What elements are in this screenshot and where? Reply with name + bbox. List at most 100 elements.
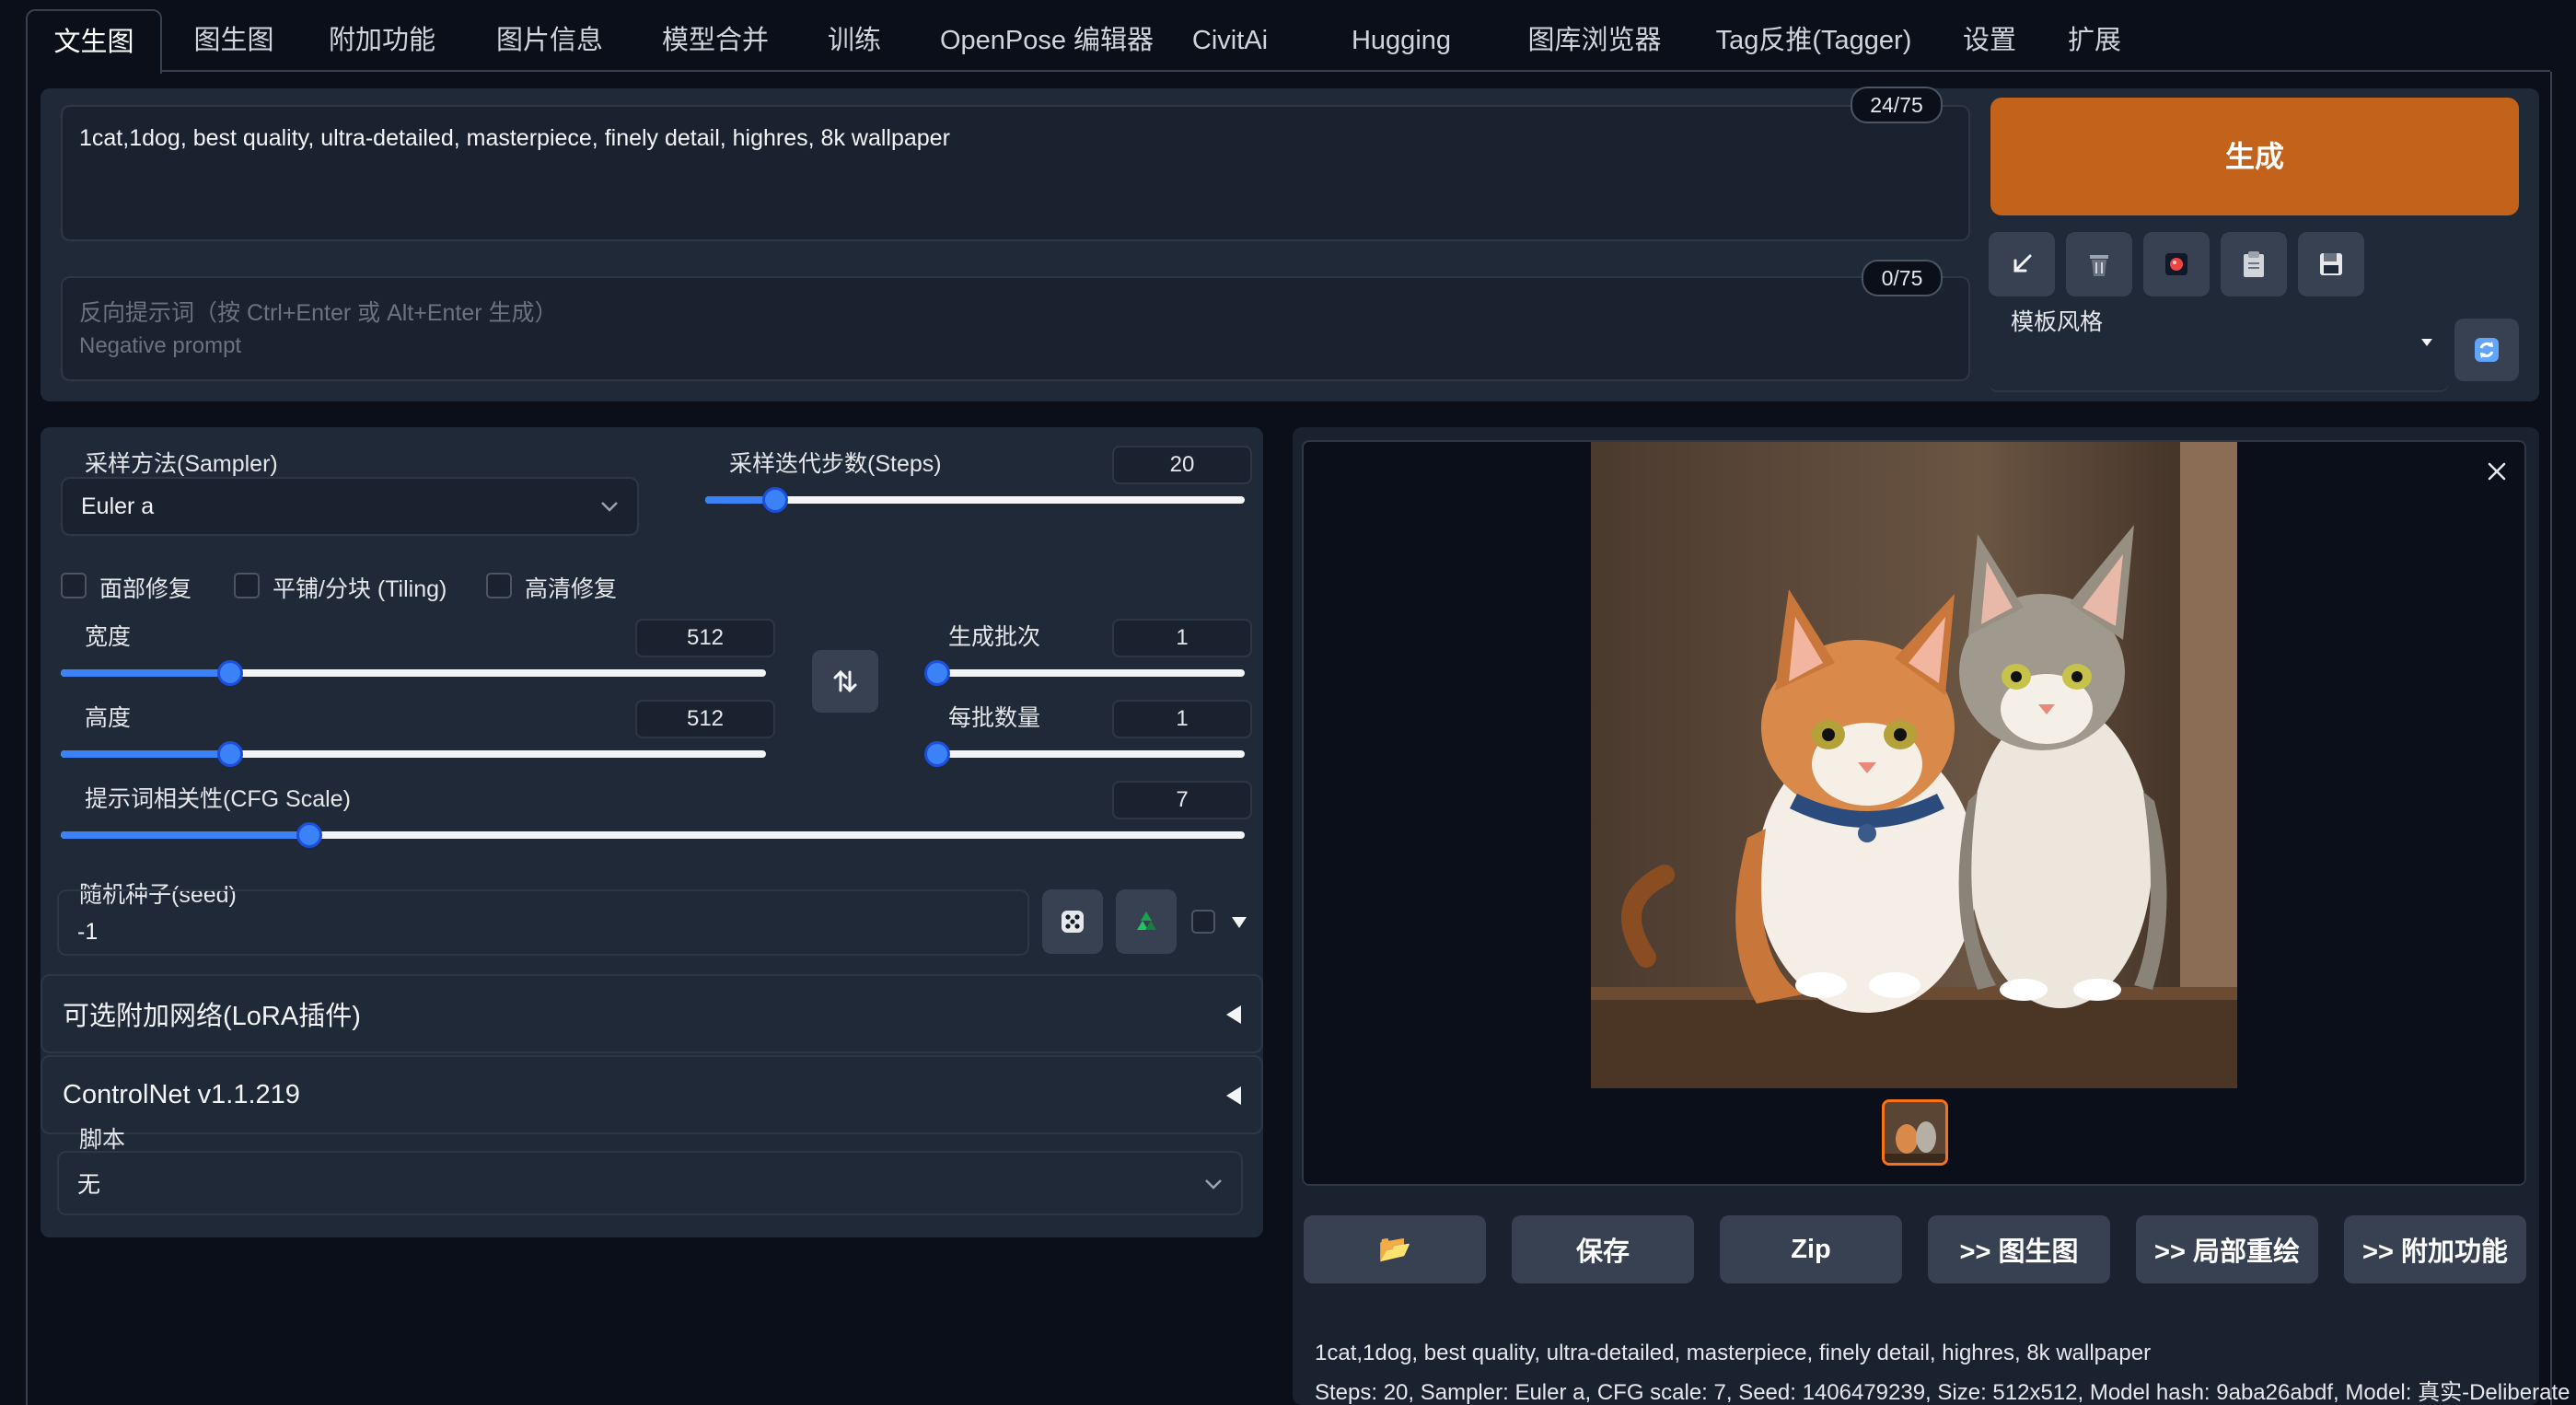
script-value: 无 bbox=[77, 1172, 101, 1198]
gallery-thumbnail[interactable] bbox=[1882, 1099, 1948, 1166]
collapse-left-icon bbox=[1226, 1086, 1241, 1105]
generated-image[interactable] bbox=[1591, 442, 2237, 1088]
negative-prompt-input[interactable]: 反向提示词（按 Ctrl+Enter 或 Alt+Enter 生成） Negat… bbox=[61, 276, 1970, 381]
dice-icon bbox=[1062, 911, 1084, 933]
clear-prompt-button[interactable] bbox=[2066, 232, 2132, 296]
height-input[interactable]: 512 bbox=[635, 700, 775, 738]
clipboard-icon bbox=[2244, 251, 2264, 277]
generation-info-prompt: 1cat,1dog, best quality, ultra-detailed,… bbox=[1315, 1341, 2152, 1365]
extra-seed-checkbox[interactable] bbox=[1191, 910, 1215, 934]
swap-arrows-icon bbox=[833, 669, 857, 693]
frame-right-border bbox=[2550, 72, 2552, 1405]
tab-img2img[interactable]: 图生图 bbox=[186, 9, 282, 72]
negative-token-counter: 0/75 bbox=[1862, 260, 1943, 296]
steps-slider-thumb[interactable] bbox=[762, 487, 789, 513]
sampler-value: Euler a bbox=[81, 493, 155, 519]
tab-txt2img[interactable]: 文生图 bbox=[26, 9, 162, 74]
script-select[interactable]: 无 bbox=[57, 1151, 1243, 1215]
close-icon[interactable] bbox=[2486, 460, 2508, 482]
arrow-icon bbox=[2013, 254, 2032, 273]
batch-count-label: 生成批次 bbox=[948, 624, 1041, 650]
batch-count-slider[interactable] bbox=[924, 659, 1245, 687]
trash-icon bbox=[2090, 255, 2108, 276]
tab-train[interactable]: 训练 bbox=[821, 9, 888, 72]
sampler-select[interactable]: Euler a bbox=[61, 477, 639, 536]
apply-style-button[interactable] bbox=[2221, 232, 2287, 296]
tab-openpose-editor[interactable]: OpenPose 编辑器 bbox=[932, 9, 1162, 72]
random-seed-button[interactable] bbox=[1042, 889, 1103, 954]
prompt-token-counter: 24/75 bbox=[1851, 87, 1943, 123]
height-slider[interactable] bbox=[61, 740, 766, 768]
send-to-inpaint-button[interactable]: >> 局部重绘 bbox=[2136, 1215, 2318, 1283]
read-params-button[interactable] bbox=[1989, 232, 2055, 296]
zip-button[interactable]: Zip bbox=[1720, 1215, 1902, 1283]
extra-networks-button[interactable] bbox=[2143, 232, 2210, 296]
height-label: 高度 bbox=[85, 705, 132, 731]
seed-input[interactable]: -1 bbox=[57, 889, 1029, 956]
prompt-input[interactable]: 1cat,1dog, best quality, ultra-detailed,… bbox=[61, 105, 1970, 241]
lora-accordion-label: 可选附加网络(LoRA插件) bbox=[63, 1002, 361, 1031]
tab-bar: 文生图 图生图 附加功能 图片信息 模型合并 训练 OpenPose 编辑器 C… bbox=[26, 0, 2550, 118]
negative-prompt-placeholder: 反向提示词（按 Ctrl+Enter 或 Alt+Enter 生成） bbox=[79, 300, 558, 326]
save-button[interactable]: 保存 bbox=[1512, 1215, 1694, 1283]
batch-size-label: 每批数量 bbox=[948, 705, 1041, 731]
hires-fix-label: 高清修复 bbox=[525, 576, 618, 602]
steps-label: 采样迭代步数(Steps) bbox=[729, 451, 942, 477]
controlnet-accordion[interactable]: ControlNet v1.1.219 bbox=[41, 1055, 1263, 1134]
steps-input[interactable]: 20 bbox=[1112, 446, 1252, 484]
cats-image bbox=[1591, 442, 2237, 1088]
width-slider-thumb[interactable] bbox=[216, 660, 243, 686]
tab-settings[interactable]: 设置 bbox=[1957, 9, 2022, 72]
cfg-scale-slider-thumb[interactable] bbox=[296, 822, 323, 848]
tab-png-info[interactable]: 图片信息 bbox=[490, 9, 609, 72]
negative-prompt-placeholder-en: Negative prompt bbox=[79, 333, 242, 358]
cfg-scale-input[interactable]: 7 bbox=[1112, 781, 1252, 819]
send-to-img2img-button[interactable]: >> 图生图 bbox=[1928, 1215, 2110, 1283]
styles-select[interactable] bbox=[1989, 319, 2449, 392]
width-input[interactable]: 512 bbox=[635, 619, 775, 657]
refresh-styles-button[interactable] bbox=[2454, 319, 2519, 381]
cfg-scale-label: 提示词相关性(CFG Scale) bbox=[85, 786, 351, 812]
tiling-checkbox[interactable] bbox=[234, 573, 260, 598]
face-restore-label: 面部修复 bbox=[99, 576, 192, 602]
batch-size-input[interactable]: 1 bbox=[1112, 700, 1252, 738]
open-folder-button[interactable]: 📂 bbox=[1304, 1215, 1486, 1283]
expand-down-icon[interactable] bbox=[1230, 915, 1248, 930]
batch-count-input[interactable]: 1 bbox=[1112, 619, 1252, 657]
save-style-button[interactable] bbox=[2298, 232, 2364, 296]
script-label: 脚本 bbox=[79, 1127, 126, 1153]
chevron-down-icon bbox=[1205, 1179, 1222, 1190]
tab-hugging-face[interactable]: Hugging Face bbox=[1318, 9, 1484, 118]
tab-extras[interactable]: 附加功能 bbox=[322, 9, 442, 72]
collapse-left-icon bbox=[1226, 1005, 1241, 1024]
batch-size-slider-thumb[interactable] bbox=[924, 741, 950, 767]
cfg-scale-slider[interactable] bbox=[61, 821, 1245, 849]
hires-fix-checkbox[interactable] bbox=[486, 573, 512, 598]
tiling-label: 平铺/分块 (Tiling) bbox=[273, 576, 447, 602]
tab-civitai[interactable]: CivitAi bbox=[1188, 9, 1272, 72]
lora-accordion[interactable]: 可选附加网络(LoRA插件) bbox=[41, 974, 1263, 1053]
reuse-seed-button[interactable] bbox=[1116, 889, 1177, 954]
batch-count-slider-thumb[interactable] bbox=[924, 660, 950, 686]
thumbnail-image bbox=[1885, 1102, 1945, 1163]
caret-down-icon bbox=[2421, 339, 2432, 346]
sampler-label: 采样方法(Sampler) bbox=[85, 451, 278, 477]
face-restore-checkbox[interactable] bbox=[61, 573, 87, 598]
refresh-icon bbox=[2475, 338, 2499, 362]
controlnet-accordion-label: ControlNet v1.1.219 bbox=[63, 1079, 300, 1109]
generation-info-params: Steps: 20, Sampler: Euler a, CFG scale: … bbox=[1315, 1380, 2570, 1405]
send-to-extras-button[interactable]: >> 附加功能 bbox=[2344, 1215, 2526, 1283]
width-slider[interactable] bbox=[61, 659, 766, 687]
chevron-down-icon bbox=[601, 502, 618, 512]
tab-tagger[interactable]: Tag反推(Tagger) bbox=[1711, 9, 1917, 72]
steps-slider[interactable] bbox=[705, 486, 1245, 514]
batch-size-slider[interactable] bbox=[924, 740, 1245, 768]
tab-checkpoint-merger[interactable]: 模型合并 bbox=[656, 9, 775, 72]
swap-dimensions-button[interactable] bbox=[812, 650, 878, 713]
seed-value: -1 bbox=[77, 918, 99, 945]
generate-button[interactable]: 生成 bbox=[1990, 98, 2519, 215]
height-slider-thumb[interactable] bbox=[216, 741, 243, 767]
tab-image-browser[interactable]: 图库浏览器 bbox=[1523, 9, 1666, 72]
tab-extensions[interactable]: 扩展 bbox=[2062, 9, 2127, 72]
save-disk-icon bbox=[2320, 253, 2342, 275]
